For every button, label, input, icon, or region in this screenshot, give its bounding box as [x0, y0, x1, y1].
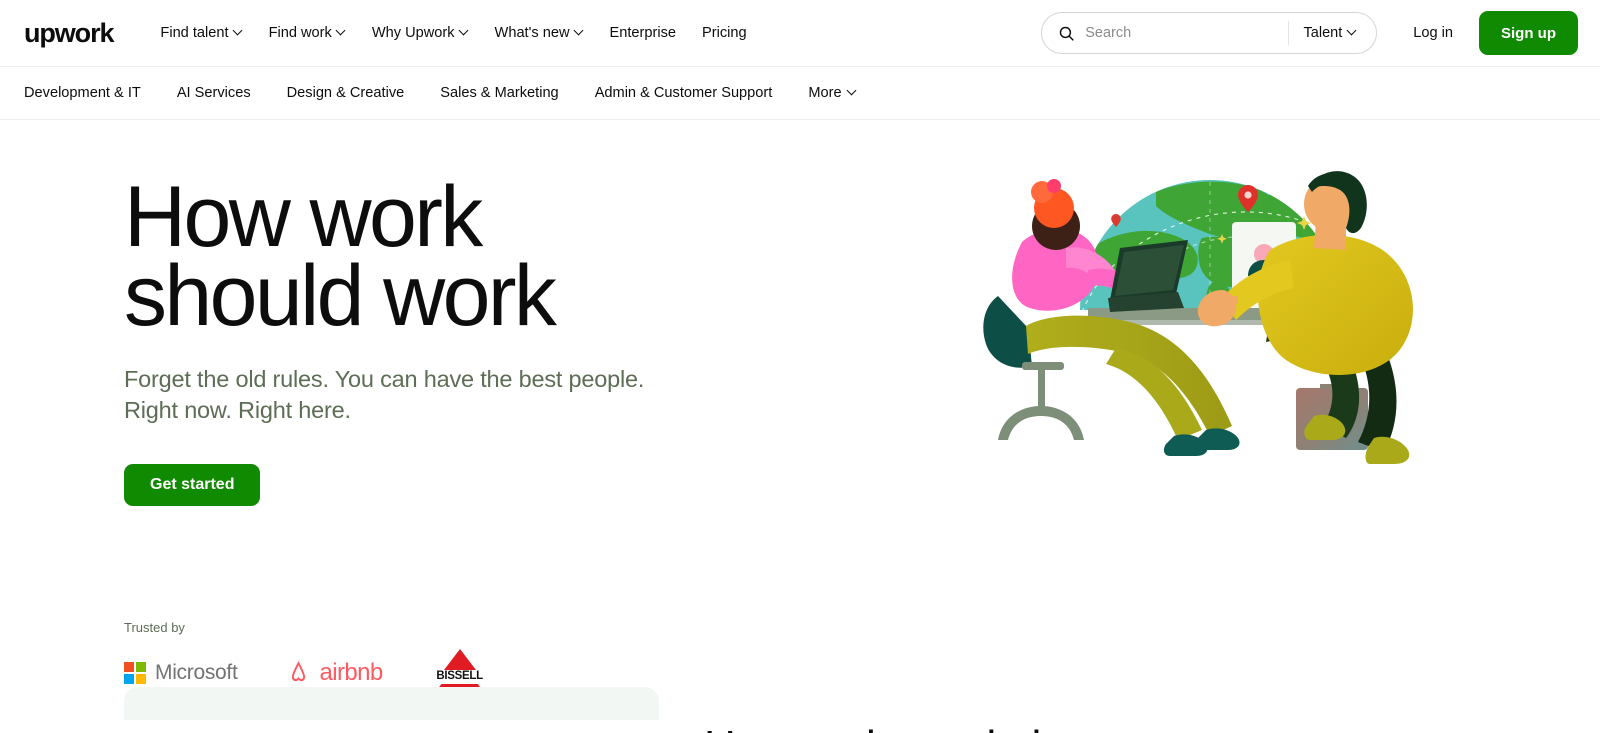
chevron-down-icon	[1348, 27, 1357, 36]
illustration-svg	[983, 171, 1413, 464]
chevron-down-icon	[848, 87, 857, 96]
category-ai-services[interactable]: AI Services	[177, 77, 269, 109]
top-header: upwork Find talent Find work Why Upwork …	[0, 0, 1600, 66]
next-section-heading: How work gets it done	[704, 722, 1111, 733]
category-label: Development & IT	[24, 85, 141, 101]
category-more[interactable]: More	[808, 77, 874, 109]
next-section-panel	[124, 687, 659, 720]
chevron-down-icon	[337, 27, 346, 36]
search-bar[interactable]: Talent	[1041, 12, 1378, 54]
hero-subtitle-line-2: Right now. Right here.	[124, 397, 351, 424]
category-sales-marketing[interactable]: Sales & Marketing	[440, 77, 576, 109]
hero-section: How work should work Forget the old rule…	[0, 120, 1600, 733]
category-label: AI Services	[176, 85, 251, 101]
nav-item-find-work[interactable]: Find work	[256, 15, 359, 51]
search-divider	[1287, 21, 1289, 45]
category-admin-customer-support[interactable]: Admin & Customer Support	[595, 77, 791, 109]
category-navigation: Development & IT AI Services Design & Cr…	[0, 66, 1600, 120]
upwork-logo[interactable]: upwork	[24, 19, 115, 47]
category-development-it[interactable]: Development & IT	[24, 77, 159, 109]
next-section-peek: How work gets it done	[0, 675, 1600, 733]
category-label: More	[808, 85, 842, 101]
search-scope-label: Talent	[1303, 25, 1343, 41]
category-design-creative[interactable]: Design & Creative	[287, 77, 423, 109]
category-label: Sales & Marketing	[440, 85, 559, 101]
globe-collaboration-illustration	[970, 130, 1450, 470]
hero-content: How work should work Forget the old rule…	[24, 120, 844, 720]
nav-item-pricing[interactable]: Pricing	[689, 15, 760, 51]
chevron-down-icon	[575, 27, 584, 36]
nav-item-enterprise[interactable]: Enterprise	[597, 15, 690, 51]
nav-label: Find talent	[160, 25, 229, 41]
nav-label: Enterprise	[609, 25, 677, 41]
hero-title-line-1: How work	[124, 169, 483, 265]
search-input[interactable]	[1085, 25, 1286, 41]
nav-item-whats-new[interactable]: What's new	[482, 15, 597, 51]
primary-navigation: Find talent Find work Why Upwork What's …	[147, 15, 759, 51]
page-title: How work should work	[124, 169, 844, 345]
laptop-graphic	[1108, 240, 1188, 312]
nav-label: What's new	[494, 25, 570, 41]
category-label: Design & Creative	[286, 85, 405, 101]
nav-label: Why Upwork	[371, 25, 455, 41]
nav-item-find-talent[interactable]: Find talent	[147, 15, 255, 51]
get-started-button[interactable]: Get started	[124, 464, 261, 507]
signup-button[interactable]: Sign up	[1479, 11, 1578, 55]
hero-title-line-2: should work	[124, 248, 557, 345]
hero-subtitle: Forget the old rules. You can have the b…	[124, 364, 724, 426]
trusted-by-label: Trusted by	[124, 620, 185, 636]
nav-label: Pricing	[702, 25, 747, 41]
nav-label: Find work	[268, 25, 332, 41]
nav-item-why-upwork[interactable]: Why Upwork	[359, 15, 482, 51]
chevron-down-icon	[460, 27, 469, 36]
search-icon	[1060, 26, 1074, 41]
hero-subtitle-line-1: Forget the old rules. You can have the b…	[124, 366, 645, 393]
search-scope-dropdown[interactable]: Talent	[1293, 19, 1371, 47]
bissell-triangle-icon	[443, 649, 476, 671]
chevron-down-icon	[234, 27, 243, 36]
category-label: Admin & Customer Support	[594, 85, 773, 101]
next-section-inner: How work gets it done	[24, 675, 1576, 733]
login-link[interactable]: Log in	[1395, 15, 1471, 51]
header-right-group: Talent Log in Sign up	[1041, 11, 1578, 55]
